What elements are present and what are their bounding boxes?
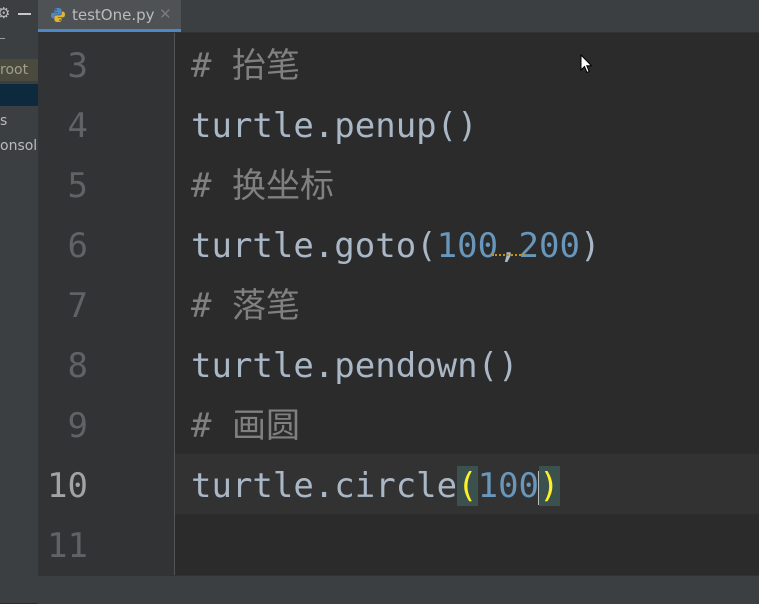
code-call: turtle.circle [191,466,458,506]
editor-tab-bar: testOne.py ✕ [38,0,759,33]
project-panel-header: ⚙ [0,0,38,30]
close-icon[interactable]: ✕ [159,5,172,23]
comment-text: 换坐标 [231,166,334,206]
number-literal: 100 [436,226,499,266]
collapse-icon[interactable] [18,13,31,15]
code-line-3[interactable]: # 抬笔 [191,36,300,96]
number-literal: 200 [518,226,580,266]
mouse-pointer-icon [580,54,593,74]
matched-open-paren: ( [457,466,478,506]
close-paren: ) [579,226,601,266]
project-tree-item[interactable]: s [0,110,38,132]
code-line-7[interactable]: # 落笔 [191,276,300,336]
project-tree-item[interactable]: onsol [0,135,38,157]
matched-close-paren: ) [539,466,560,506]
tab-label: testOne.py [72,6,155,24]
bottom-toolbar [38,575,759,604]
line-number: 11 [47,526,88,566]
comment-hash: # [191,46,232,86]
number-literal: 100 [477,466,540,506]
code-line-10[interactable]: turtle.circle(100) [191,456,560,516]
code-editor[interactable]: # 抬笔 turtle.penup() # 换坐标 turtle.goto(10… [175,33,759,575]
settings-icon[interactable]: ⚙ [0,4,10,22]
comment-text: 落笔 [231,286,300,326]
tree-tick [0,38,5,39]
python-file-icon [51,8,65,22]
line-number: 3 [67,46,88,86]
line-number: 5 [67,166,88,206]
line-number: 7 [67,286,88,326]
code-line-5[interactable]: # 换坐标 [191,156,334,216]
code-line-4[interactable]: turtle.penup() [191,96,478,156]
line-number: 6 [67,226,88,266]
line-number: 8 [67,346,88,386]
code-line-6[interactable]: turtle.goto(100,200) [191,216,600,276]
project-tree-item-selected[interactable] [0,84,38,106]
comment-text: 抬笔 [231,46,300,86]
line-number: 9 [67,406,88,446]
project-panel: ⚙ root s onsol [0,0,39,603]
code-call: turtle.goto( [191,226,437,266]
project-tree-item-root[interactable]: root [0,59,38,81]
warning-comma[interactable]: , [498,226,518,266]
line-number: 4 [67,106,88,146]
code-line-8[interactable]: turtle.pendown() [191,336,519,396]
comment-hash: # [191,166,232,206]
tab-testone-py[interactable]: testOne.py ✕ [38,0,181,32]
code-line-9[interactable]: # 画圆 [191,396,300,456]
comment-hash: # [191,286,232,326]
line-number-gutter: 3 4 5 6 7 8 9 10 11 [38,33,175,575]
comment-hash: # [191,406,232,446]
line-number-current: 10 [47,466,88,506]
active-tab-indicator [38,29,181,32]
comment-text: 画圆 [231,406,300,446]
